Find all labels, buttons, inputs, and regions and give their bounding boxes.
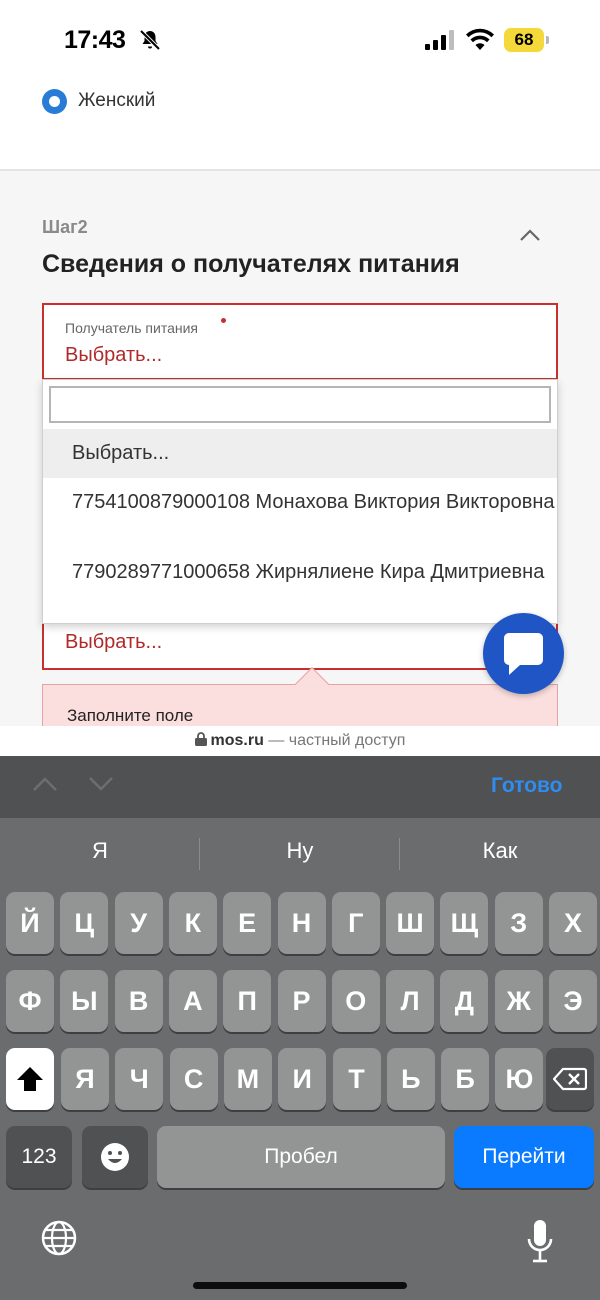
shift-icon [17,1067,43,1091]
key-row2-3[interactable]: А [168,970,217,1032]
recipient-select[interactable]: Получатель питания Выбрать... [42,303,558,380]
key-row1-7[interactable]: Ш [386,892,435,954]
emoji-icon [101,1143,129,1171]
emoji-key[interactable] [82,1126,148,1188]
chat-bubble-icon [504,633,543,675]
field-value: Выбрать... [65,344,163,366]
url-privacy-note: — частный доступ [268,732,406,749]
field-caption: Получатель питания [65,320,198,336]
bell-muted-icon [139,29,161,51]
chevron-up-icon[interactable] [519,228,541,242]
battery-level: 68 [514,30,534,49]
key-row3-0[interactable]: Я [61,1048,109,1110]
key-row1-1[interactable]: Ц [60,892,109,954]
key-row3-4[interactable]: И [278,1048,327,1110]
keyboard-accessory-bar: Готово [0,756,600,818]
key-row1-8[interactable]: Щ [440,892,489,954]
chevron-down-icon[interactable] [88,776,114,792]
radio-selected-indicator[interactable] [42,88,67,114]
dropdown-option[interactable]: Выбрать... [43,429,557,478]
backspace-key[interactable] [546,1048,594,1110]
key-row2-8[interactable]: Д [440,970,489,1032]
key-row1-6[interactable]: Г [331,892,380,954]
status-bar: 17:43 68 [0,0,600,80]
key-row3-7[interactable]: Б [441,1048,490,1110]
lock-icon [194,732,207,746]
error-text: Заполните поле [67,706,194,725]
recipient-dropdown: Выбрать... 7754100879000108 Монахова Вик… [42,379,558,624]
numbers-key[interactable]: 123 [6,1126,72,1188]
key-row1-5[interactable]: Н [277,892,326,954]
battery-indicator: 68 [504,28,549,52]
key-row2-6[interactable]: О [331,970,380,1032]
key-row2-1[interactable]: Ы [60,970,109,1032]
key-row2-2[interactable]: В [114,970,163,1032]
dropdown-option[interactable]: 7754100879000108 Монахова Виктория Викто… [43,492,557,513]
key-row3-2[interactable]: С [169,1048,218,1110]
home-indicator[interactable] [193,1282,407,1289]
key-row2-7[interactable]: Л [386,970,435,1032]
chevron-up-icon[interactable] [32,776,58,792]
field-value: Выбрать... [65,631,163,653]
microphone-icon[interactable] [526,1220,554,1264]
cellular-signal-icon [425,30,454,50]
step-label: Шаг2 [42,217,88,237]
shift-key[interactable] [6,1048,54,1110]
key-row2-9[interactable]: Ж [494,970,543,1032]
status-time: 17:43 [64,26,126,54]
key-row1-10[interactable]: Х [549,892,597,954]
radio-label: Женский [78,90,156,111]
key-row1-4[interactable]: Е [223,892,272,954]
suggestion-1[interactable]: Я [0,838,200,864]
key-row2-5[interactable]: Р [277,970,326,1032]
second-recipient-select[interactable]: Выбрать... [42,623,558,670]
done-button[interactable]: Готово [491,774,562,798]
key-row2-0[interactable]: Ф [6,970,54,1032]
key-row2-4[interactable]: П [223,970,272,1032]
browser-url-bar[interactable]: mos.ru — частный доступ [0,726,600,756]
key-row1-2[interactable]: У [114,892,163,954]
url-host: mos.ru [210,732,264,749]
key-row1-3[interactable]: К [168,892,217,954]
chat-button[interactable] [483,613,564,694]
globe-icon[interactable] [40,1219,78,1257]
key-row3-1[interactable]: Ч [115,1048,164,1110]
gender-radio-female[interactable]: Женский [42,88,155,114]
key-row2-10[interactable]: Э [549,970,597,1032]
key-row1-9[interactable]: З [494,892,543,954]
go-key[interactable]: Перейти [454,1126,594,1188]
key-row3-5[interactable]: Т [332,1048,381,1110]
key-row1-0[interactable]: Й [6,892,54,954]
space-key[interactable]: Пробел [157,1126,445,1188]
dropdown-search-input[interactable] [49,386,551,423]
key-row3-8[interactable]: Ю [495,1048,544,1110]
section-title: Сведения о получателях питания [42,250,460,278]
key-row3-3[interactable]: М [223,1048,272,1110]
required-indicator [221,318,226,323]
dropdown-option[interactable]: 7790289771000658 Жирнялиене Кира Дмитрие… [43,562,557,583]
backspace-icon [552,1067,588,1091]
key-row3-6[interactable]: Ь [386,1048,435,1110]
wifi-icon [466,28,494,50]
suggestion-2[interactable]: Ну [200,838,400,864]
suggestion-3[interactable]: Как [400,838,600,864]
